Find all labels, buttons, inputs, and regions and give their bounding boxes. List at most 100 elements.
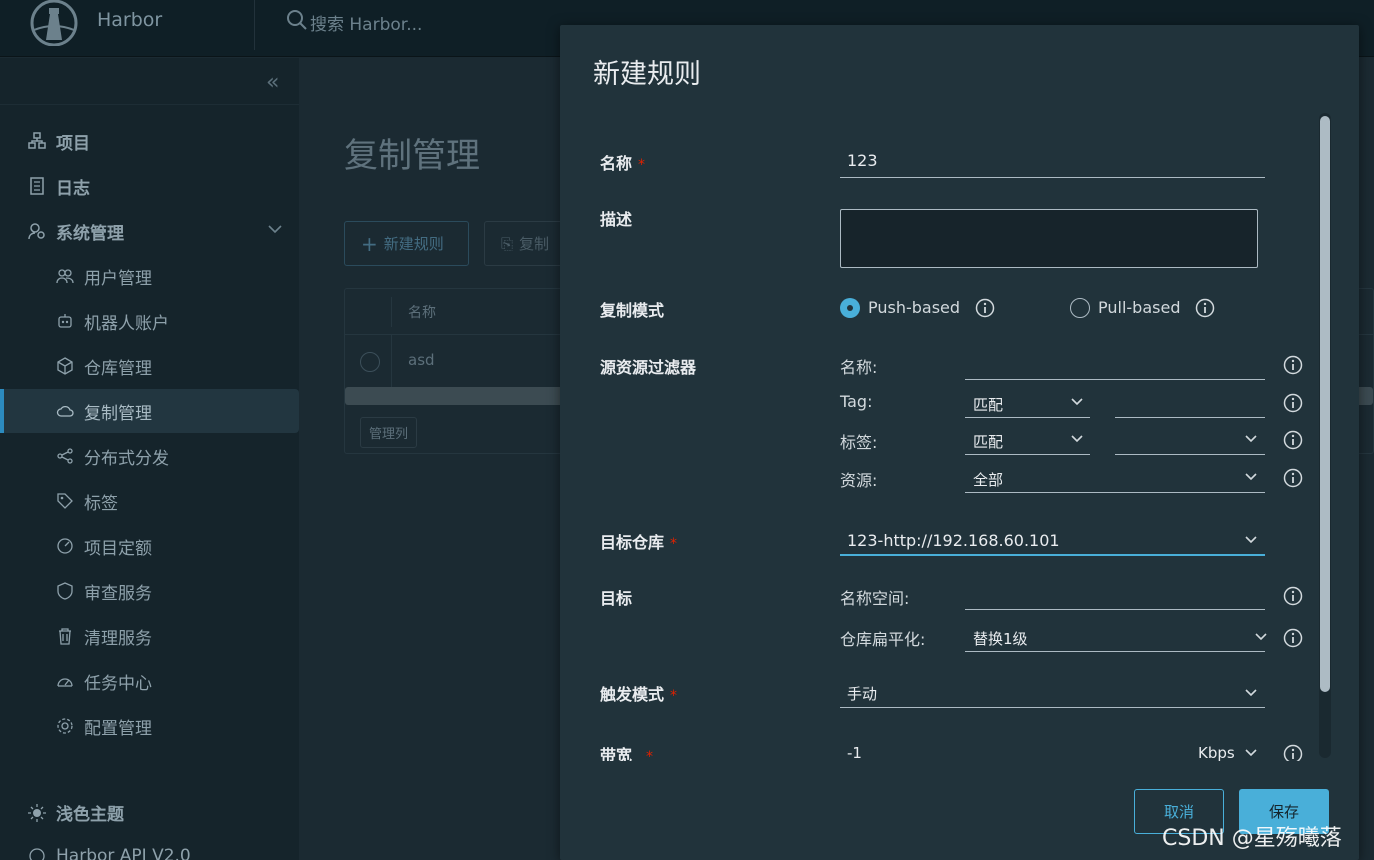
info-icon[interactable] — [1195, 298, 1215, 318]
info-icon[interactable] — [1283, 355, 1303, 375]
chevron-down-icon[interactable] — [1070, 432, 1084, 446]
api-icon — [29, 848, 45, 860]
info-icon[interactable] — [1283, 628, 1303, 648]
replication-mode-label: 复制模式 — [600, 301, 665, 320]
sidebar-item-label: 日志 — [56, 178, 90, 199]
modal-scrollbar-thumb[interactable] — [1320, 116, 1330, 692]
sidebar-item-users[interactable]: 用户管理 — [0, 254, 299, 298]
manage-columns-button[interactable]: 管理列 — [360, 417, 418, 448]
sidebar-item-job-service[interactable]: 任务中心 — [0, 659, 299, 703]
collapse-sidebar-icon[interactable]: « — [266, 70, 279, 95]
search-icon[interactable] — [286, 9, 308, 31]
sidebar-item-label: 项目 — [56, 133, 90, 154]
chevron-down-icon[interactable] — [1244, 533, 1258, 547]
bandwidth-unit-select[interactable]: Kbps — [1198, 744, 1235, 761]
chevron-down-icon[interactable] — [1070, 395, 1084, 409]
new-rule-button[interactable]: + 新建规则 — [344, 221, 469, 266]
sidebar-item-label: 机器人账户 — [84, 313, 169, 334]
sidebar-item-robot-accounts[interactable]: 机器人账户 — [0, 299, 299, 343]
label-match-underline — [965, 454, 1090, 455]
tag-icon — [57, 493, 73, 509]
pull-based-radio[interactable] — [1070, 298, 1090, 318]
chevron-down-icon[interactable] — [1244, 432, 1258, 446]
admin-icon — [28, 223, 45, 240]
sidebar-item-label: 系统管理 — [56, 223, 124, 244]
resource-select[interactable]: 全部 — [973, 469, 1003, 490]
tag-match-underline — [965, 417, 1090, 418]
required-mark: * — [670, 688, 678, 704]
bandwidth-input[interactable]: -1 — [847, 744, 862, 761]
sidebar-item-replications[interactable]: 复制管理 — [0, 389, 299, 433]
theme-toggle[interactable]: 浅色主题 — [28, 800, 124, 825]
sidebar: « 项目 日志 系统管理 用户管理 机器人账户 仓库管理 复制管理 分布式分发 … — [0, 58, 299, 860]
column-header-name[interactable]: 名称 — [408, 302, 436, 322]
copy-button-label: 复制 — [519, 235, 550, 253]
sidebar-item-labels[interactable]: 标签 — [0, 479, 299, 523]
label-match-select[interactable]: 匹配 — [973, 431, 1003, 452]
chevron-down-icon[interactable] — [1254, 630, 1268, 644]
sidebar-item-logs[interactable]: 日志 — [0, 164, 299, 208]
namespace-label: 名称空间: — [840, 589, 910, 608]
target-registry-select[interactable]: 123-http://192.168.60.101 — [847, 531, 1060, 550]
sidebar-item-label: 仓库管理 — [84, 358, 152, 379]
push-based-radio[interactable] — [840, 298, 860, 318]
row-select-radio[interactable] — [360, 352, 380, 372]
sidebar-item-admin[interactable]: 系统管理 — [0, 209, 299, 253]
filter-tag-label: Tag: — [840, 392, 873, 411]
info-icon[interactable] — [975, 298, 995, 318]
name-label: 名称 * — [600, 150, 645, 174]
target-registry-underline — [840, 554, 1265, 556]
chevron-down-icon[interactable] — [1244, 470, 1258, 484]
filter-tag-input[interactable] — [1115, 417, 1265, 418]
shield-icon — [57, 582, 73, 600]
tag-match-select[interactable]: 匹配 — [973, 394, 1003, 415]
info-icon[interactable] — [1283, 468, 1303, 488]
chevron-down-icon[interactable] — [267, 221, 283, 237]
resource-select-underline — [965, 492, 1265, 493]
description-textarea[interactable] — [840, 209, 1258, 268]
filter-label-select[interactable] — [1115, 454, 1265, 455]
users-icon — [56, 269, 74, 284]
api-link[interactable]: Harbor API V2.0 — [28, 846, 191, 860]
sidebar-item-label: 用户管理 — [84, 268, 152, 289]
flatten-select-underline — [965, 651, 1265, 652]
sidebar-item-configuration[interactable]: 配置管理 — [0, 704, 299, 748]
pull-based-label[interactable]: Pull-based — [1098, 298, 1180, 317]
target-registry-label: 目标仓库 * — [600, 529, 677, 553]
required-mark: * — [670, 536, 678, 552]
sidebar-item-label: 配置管理 — [84, 718, 152, 739]
sidebar-item-label: 标签 — [84, 493, 118, 514]
sidebar-item-quotas[interactable]: 项目定额 — [0, 524, 299, 568]
required-mark: * — [638, 157, 646, 173]
trigger-mode-select[interactable]: 手动 — [847, 683, 877, 704]
trigger-mode-underline — [840, 707, 1265, 708]
filter-name-input[interactable] — [965, 379, 1265, 380]
table-cell-name: asd — [408, 351, 435, 369]
sidebar-item-interrogation[interactable]: 审查服务 — [0, 569, 299, 613]
name-input[interactable]: 123 — [847, 151, 878, 170]
search-input[interactable]: 搜索 Harbor... — [310, 10, 422, 35]
new-rule-button-label: 新建规则 — [383, 235, 444, 253]
sidebar-item-distributions[interactable]: 分布式分发 — [0, 434, 299, 478]
chevron-down-icon[interactable] — [1244, 746, 1258, 760]
flatten-label: 仓库扁平化: — [840, 630, 926, 649]
chevron-down-icon[interactable] — [1244, 686, 1258, 700]
sidebar-item-projects[interactable]: 项目 — [0, 119, 299, 163]
flatten-select[interactable]: 替换1级 — [973, 628, 1028, 649]
sidebar-item-clean-up[interactable]: 清理服务 — [0, 614, 299, 658]
modal-scrollbar[interactable] — [1319, 113, 1331, 758]
filter-resource-label: 资源: — [840, 471, 878, 490]
filter-name-label: 名称: — [840, 358, 878, 377]
info-icon[interactable] — [1283, 744, 1303, 761]
info-icon[interactable] — [1283, 393, 1303, 413]
harbor-logo[interactable] — [28, 0, 80, 46]
namespace-input[interactable] — [965, 609, 1265, 610]
info-icon[interactable] — [1283, 430, 1303, 450]
info-icon[interactable] — [1283, 586, 1303, 606]
filter-label-label: 标签: — [840, 433, 878, 452]
sidebar-item-registries[interactable]: 仓库管理 — [0, 344, 299, 388]
sun-icon — [28, 803, 46, 822]
push-based-label[interactable]: Push-based — [868, 298, 960, 317]
logs-icon — [30, 177, 44, 195]
sidebar-item-label: 分布式分发 — [84, 448, 169, 469]
